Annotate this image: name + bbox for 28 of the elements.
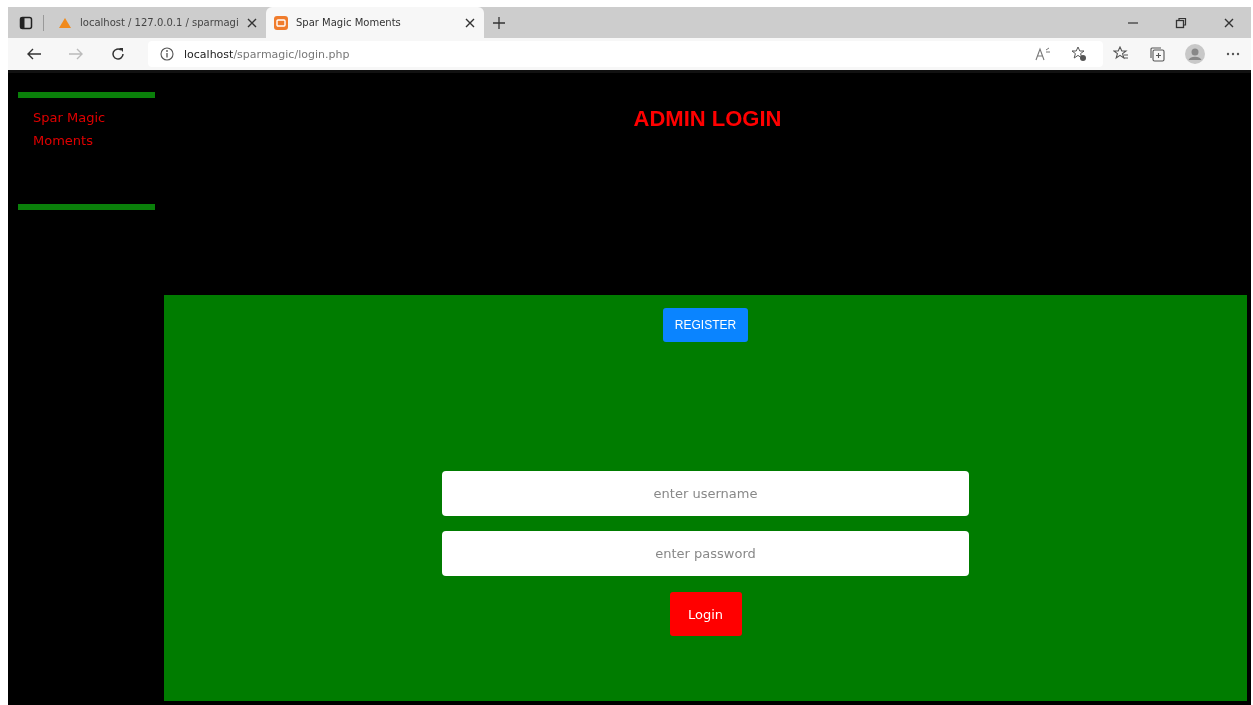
- profile-icon[interactable]: [1185, 44, 1205, 64]
- favorite-add-icon[interactable]: [1071, 46, 1087, 62]
- collections-icon[interactable]: [1149, 46, 1165, 62]
- browser-tab[interactable]: localhost / 127.0.0.1 / sparmagi: [50, 7, 266, 38]
- address-field[interactable]: localhost/sparmagic/login.php: [148, 41, 1103, 67]
- back-arrow-icon[interactable]: [26, 47, 42, 61]
- text-field[interactable]: enter username: [442, 471, 969, 516]
- restore-icon[interactable]: [1175, 16, 1187, 29]
- more-icon[interactable]: [1225, 52, 1241, 56]
- text-field[interactable]: enter password: [442, 531, 969, 576]
- close-icon[interactable]: [464, 16, 476, 29]
- url-text: localhost/sparmagic/login.php: [184, 47, 350, 61]
- favorites-icon[interactable]: [1113, 46, 1129, 62]
- plus-icon[interactable]: [492, 15, 506, 30]
- close-icon[interactable]: [246, 16, 258, 29]
- page-title: ADMIN LOGIN: [633, 106, 782, 133]
- box-icon: [274, 15, 288, 30]
- close-icon[interactable]: [1223, 16, 1235, 29]
- forward-arrow-icon: [68, 47, 84, 61]
- brand-title[interactable]: Spar Magic Moments: [33, 106, 133, 152]
- info-icon[interactable]: [160, 47, 174, 61]
- register-button[interactable]: REGISTER: [662, 308, 749, 342]
- tab-actions-icon[interactable]: [19, 15, 33, 30]
- login-button[interactable]: Login: [669, 592, 742, 636]
- browser-tab[interactable]: Spar Magic Moments: [266, 7, 484, 38]
- read-aloud-icon[interactable]: [1035, 47, 1051, 61]
- refresh-icon[interactable]: [110, 46, 126, 62]
- sail-icon: [58, 16, 72, 29]
